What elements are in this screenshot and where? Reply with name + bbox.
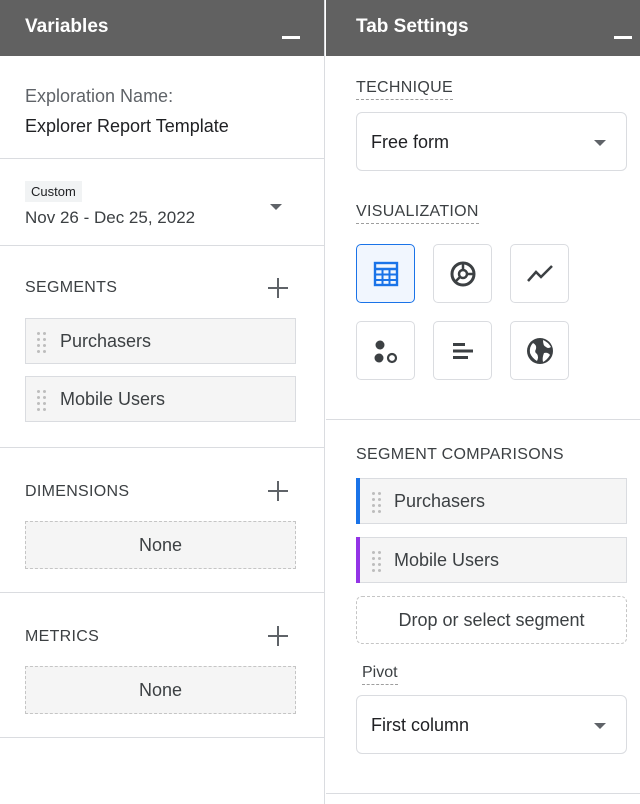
viz-bar-button[interactable]: [433, 321, 492, 380]
drag-handle-icon[interactable]: [37, 390, 47, 411]
segment-color-bar: [356, 478, 360, 524]
viz-donut-button[interactable]: [433, 244, 492, 303]
comparison-item-mobile-users[interactable]: Mobile Users: [356, 537, 627, 583]
pivot-label: Pivot: [362, 664, 398, 685]
viz-scatter-button[interactable]: [356, 321, 415, 380]
segment-item-purchasers[interactable]: Purchasers: [25, 318, 296, 364]
variables-header: Variables: [0, 0, 324, 56]
chevron-down-icon[interactable]: [594, 140, 606, 146]
drop-segment-slot[interactable]: Drop or select segment: [356, 596, 627, 644]
date-range-value[interactable]: Nov 26 - Dec 25, 2022: [25, 208, 324, 228]
table-icon: [373, 261, 398, 286]
viz-geo-button[interactable]: [510, 321, 569, 380]
scatter-plot-icon: [374, 340, 397, 363]
comparison-label: Purchasers: [394, 491, 486, 511]
segment-color-bar: [356, 537, 360, 583]
technique-title: TECHNIQUE: [356, 79, 453, 100]
date-range-selector[interactable]: Custom Nov 26 - Dec 25, 2022: [0, 159, 324, 246]
variables-title: Variables: [25, 16, 109, 37]
chevron-down-icon[interactable]: [594, 723, 606, 729]
segment-label: Purchasers: [60, 331, 152, 351]
minimize-icon[interactable]: [614, 36, 632, 39]
globe-icon: [526, 337, 553, 364]
exploration-name-label: Exploration Name:: [25, 86, 174, 106]
segments-section: SEGMENTS Purchasers Mobile Users: [0, 246, 324, 448]
date-custom-chip: Custom: [25, 181, 82, 202]
tab-settings-header: Tab Settings: [326, 0, 640, 56]
tab-settings-panel: Tab Settings TECHNIQUE Free form VISUALI…: [326, 0, 640, 804]
bar-chart-icon: [452, 342, 473, 359]
dimensions-section: DIMENSIONS None: [0, 448, 324, 593]
visualization-title: VISUALIZATION: [356, 203, 479, 224]
viz-table-button[interactable]: [356, 244, 415, 303]
minimize-icon[interactable]: [282, 36, 300, 39]
technique-section: TECHNIQUE Free form VISUALIZATION: [326, 56, 640, 420]
segment-comparisons-section: SEGMENT COMPARISONS Purchasers Mobile Us…: [326, 420, 640, 794]
exploration-name-input[interactable]: Explorer Report Template: [25, 116, 324, 137]
pivot-selected-value: First column: [371, 715, 470, 735]
segment-comparisons-title: SEGMENT COMPARISONS: [356, 446, 564, 463]
viz-line-button[interactable]: [510, 244, 569, 303]
drag-handle-icon[interactable]: [372, 492, 382, 513]
metrics-empty-slot[interactable]: None: [25, 666, 296, 714]
pivot-select[interactable]: First column: [356, 695, 627, 754]
visualization-options: [356, 244, 640, 380]
add-metric-icon[interactable]: [268, 626, 288, 646]
drag-handle-icon[interactable]: [372, 551, 382, 572]
comparison-item-purchasers[interactable]: Purchasers: [356, 478, 627, 524]
metrics-section: METRICS None: [0, 593, 324, 738]
drag-handle-icon[interactable]: [37, 332, 47, 353]
tab-settings-title: Tab Settings: [356, 16, 469, 37]
comparison-label: Mobile Users: [394, 550, 500, 570]
technique-select[interactable]: Free form: [356, 112, 627, 171]
segment-item-mobile-users[interactable]: Mobile Users: [25, 376, 296, 422]
add-dimension-icon[interactable]: [268, 481, 288, 501]
exploration-name-section: Exploration Name: Explorer Report Templa…: [0, 56, 324, 159]
technique-selected-value: Free form: [371, 132, 450, 152]
dimensions-empty-slot[interactable]: None: [25, 521, 296, 569]
variables-panel: Variables Exploration Name: Explorer Rep…: [0, 0, 325, 804]
donut-chart-icon: [450, 261, 475, 286]
line-chart-icon: [526, 264, 553, 282]
add-segment-icon[interactable]: [268, 278, 288, 298]
segment-label: Mobile Users: [60, 389, 166, 409]
chevron-down-icon[interactable]: [270, 204, 282, 210]
